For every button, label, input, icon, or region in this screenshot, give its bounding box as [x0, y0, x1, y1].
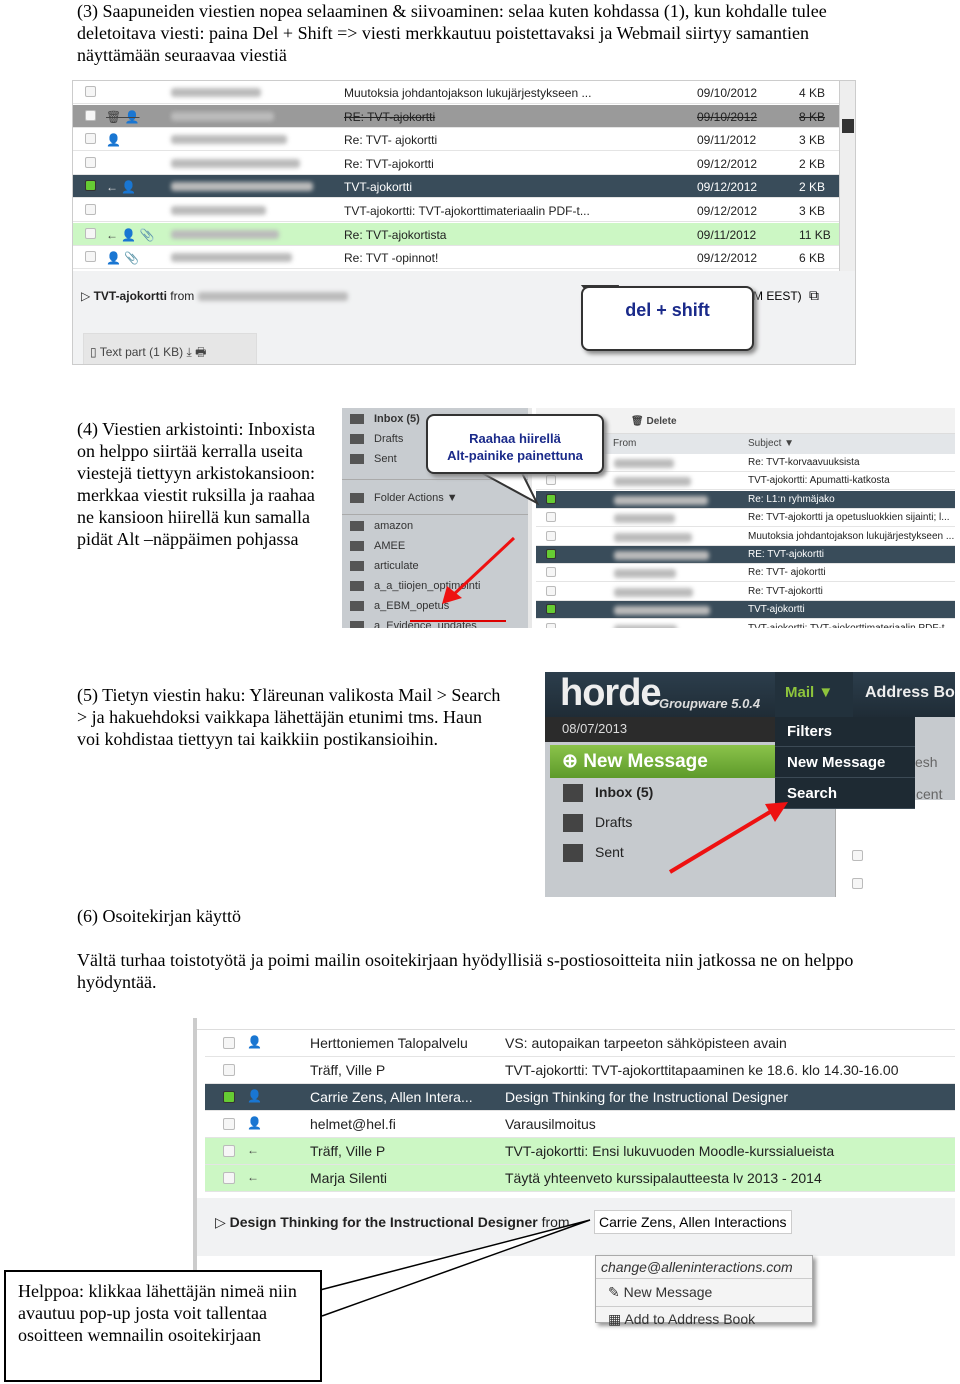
hint-text: Helppoa: klikkaa lähettäjän nimeä niin a… — [18, 1281, 297, 1345]
hint-box: Helppoa: klikkaa lähettäjän nimeä niin a… — [4, 1270, 322, 1382]
